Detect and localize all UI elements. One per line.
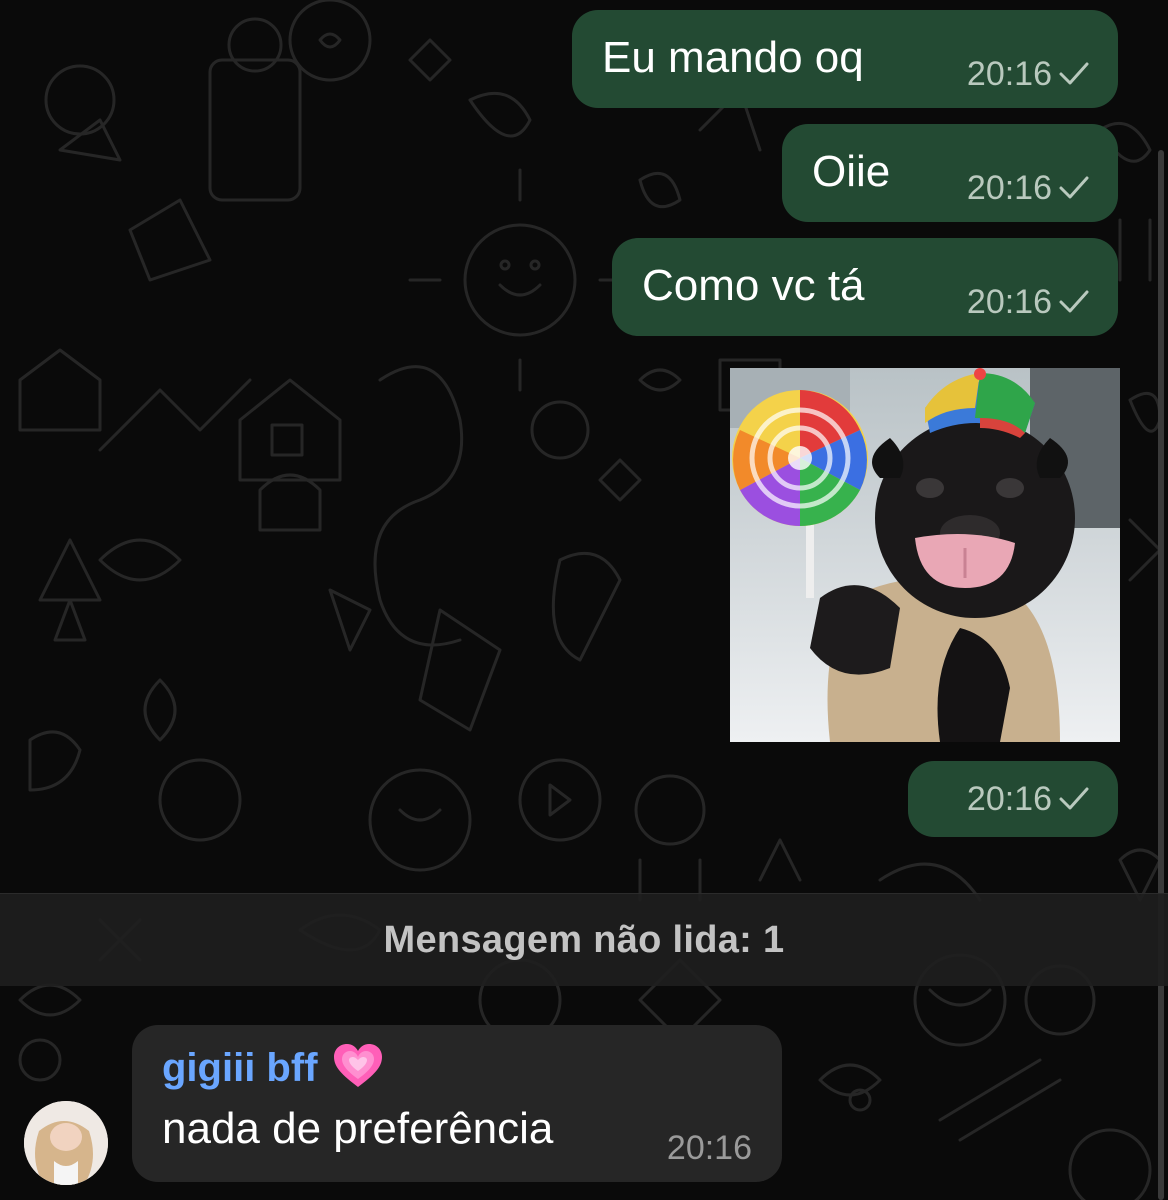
outgoing-message[interactable]: Eu mando oq 20:16 <box>572 10 1118 108</box>
sticker-image[interactable] <box>730 368 1120 742</box>
sent-check-icon <box>1058 786 1090 812</box>
message-text: Oiie <box>812 147 891 196</box>
sticker-time-bubble: 20:16 <box>908 761 1118 837</box>
pug-sticker-icon <box>730 368 1120 742</box>
message-time: 20:16 <box>966 780 1052 818</box>
message-meta: 20:16 <box>967 779 1090 819</box>
sender-name[interactable]: gigiii bff <box>162 1046 318 1091</box>
unread-divider: Mensagem não lida: 1 <box>0 894 1168 986</box>
sender-row: gigiii bff <box>162 1043 384 1094</box>
scrollbar[interactable] <box>1158 150 1164 1200</box>
chat-window: Eu mando oq 20:16 Oiie 20:16 Como vc tá … <box>0 0 1168 1200</box>
message-text: Como vc tá <box>642 261 865 310</box>
incoming-message[interactable]: gigiii bff nada de preferência 20:16 <box>132 1025 782 1182</box>
sent-check-icon <box>1058 289 1090 315</box>
unread-label: Mensagem não lida: 1 <box>383 918 785 961</box>
message-meta: 20:16 <box>967 168 1090 208</box>
message-time: 20:16 <box>666 1129 752 1167</box>
message-time: 20:16 <box>966 55 1052 93</box>
outgoing-message[interactable]: Oiie 20:16 <box>782 124 1118 222</box>
message-text: nada de preferência <box>162 1104 554 1153</box>
message-time: 20:16 <box>966 283 1052 321</box>
outgoing-message[interactable]: Como vc tá 20:16 <box>612 238 1118 336</box>
message-text: Eu mando oq <box>602 33 864 82</box>
pink-heart-icon <box>332 1043 384 1094</box>
message-time: 20:16 <box>966 169 1052 207</box>
sent-check-icon <box>1058 175 1090 201</box>
message-meta: 20:16 <box>967 282 1090 322</box>
avatar[interactable] <box>24 1101 108 1185</box>
profile-photo-icon <box>24 1101 108 1185</box>
sent-check-icon <box>1058 61 1090 87</box>
message-meta: 20:16 <box>967 54 1090 94</box>
